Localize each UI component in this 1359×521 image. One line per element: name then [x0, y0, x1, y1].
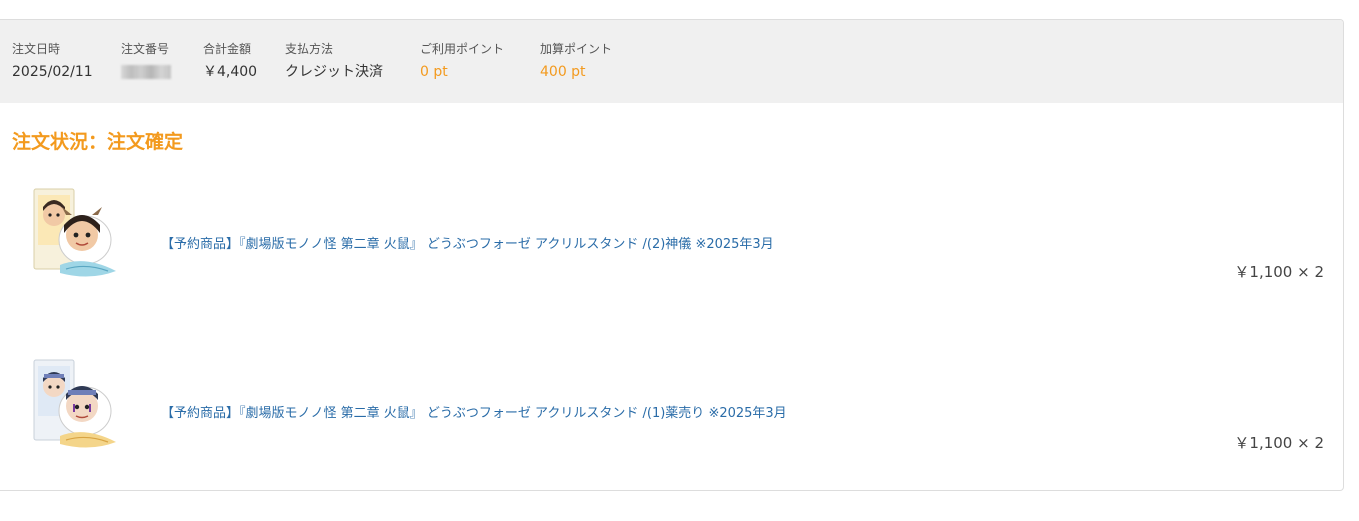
order-number-column: 注文番号	[121, 41, 171, 84]
total-column: 合計金額 ￥4,400	[203, 41, 257, 81]
order-number-label: 注文番号	[121, 42, 170, 56]
order-date-column: 注文日時 2025/02/11	[12, 41, 93, 81]
order-item: 【予約商品】『劇場版モノノ怪 第二章 火鼠』 どうぶつフォーゼ アクリルスタンド…	[0, 356, 1343, 466]
total-label: 合計金額	[203, 42, 252, 56]
order-item: 【予約商品】『劇場版モノノ怪 第二章 火鼠』 どうぶつフォーゼ アクリルスタンド…	[0, 185, 1343, 295]
used-points-column: ご利用ポイント 0 pt	[420, 41, 504, 81]
payment-label: 支払方法	[285, 42, 334, 56]
payment-value: クレジット決済	[285, 64, 383, 80]
product-name-link[interactable]: 【予約商品】『劇場版モノノ怪 第二章 火鼠』 どうぶつフォーゼ アクリルスタンド…	[161, 402, 787, 421]
order-summary-bar: 注文日時 2025/02/11 注文番号 合計金額 ￥4,400 支払方法 クレ…	[0, 20, 1343, 103]
order-date-label: 注文日時	[12, 42, 61, 56]
order-status-heading: 注文状況：注文確定	[12, 131, 184, 153]
added-points-value: 400 pt	[540, 64, 586, 80]
used-points-label: ご利用ポイント	[420, 42, 505, 56]
used-points-value: 0 pt	[420, 64, 448, 80]
total-value: ￥4,400	[203, 64, 258, 80]
order-card: 注文日時 2025/02/11 注文番号 合計金額 ￥4,400 支払方法 クレ…	[0, 19, 1344, 491]
product-price-quantity: ￥1,100 × 2	[1234, 263, 1324, 281]
product-thumbnail-image[interactable]	[30, 185, 120, 285]
product-price-quantity: ￥1,100 × 2	[1234, 434, 1324, 452]
added-points-column: 加算ポイント 400 pt	[540, 41, 612, 81]
masked-order-number	[121, 65, 171, 79]
product-thumbnail-image[interactable]	[30, 356, 120, 456]
payment-column: 支払方法 クレジット決済	[285, 41, 383, 81]
order-date-value: 2025/02/11	[12, 64, 93, 80]
added-points-label: 加算ポイント	[540, 42, 613, 56]
order-number-value	[121, 63, 171, 84]
product-name-link[interactable]: 【予約商品】『劇場版モノノ怪 第二章 火鼠』 どうぶつフォーゼ アクリルスタンド…	[161, 233, 774, 252]
